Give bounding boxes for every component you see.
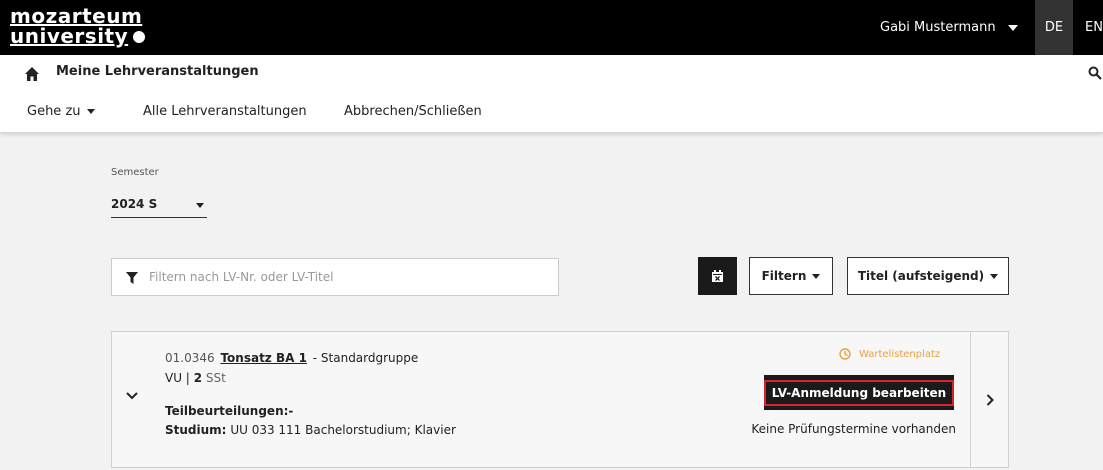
goto-label: Gehe zu <box>27 104 81 119</box>
sort-button-label: Titel (aufsteigend) <box>857 269 985 283</box>
caret-down-icon <box>1007 24 1018 31</box>
edit-registration-button[interactable]: LV-Anmeldung bearbeiten <box>763 375 955 410</box>
sort-button[interactable]: Titel (aufsteigend) <box>847 257 1009 295</box>
filter-input[interactable] <box>149 267 549 287</box>
page-title: Meine Lehrveranstaltungen <box>56 64 259 79</box>
calendar-icon <box>712 270 723 282</box>
course-title-link[interactable]: Tonsatz BA 1 <box>220 351 306 365</box>
goto-menu[interactable]: Gehe zu <box>27 104 95 119</box>
user-name: Gabi Mustermann <box>880 20 996 35</box>
home-icon[interactable] <box>24 66 40 82</box>
partial-assessments: Teilbeurteilungen:- <box>165 404 294 418</box>
caret-down-icon <box>812 273 821 279</box>
course-hours: 2 <box>193 371 203 385</box>
cancel-close-link[interactable]: Abbrechen/Schließen <box>344 104 482 119</box>
course-type-line: VU | 2 SSt <box>165 371 226 385</box>
sub-header: Meine Lehrveranstaltungen Gehe zu Alle L… <box>0 55 1103 133</box>
mozarteum-logo[interactable]: mozarteum university <box>10 4 146 46</box>
user-menu[interactable]: Gabi Mustermann <box>880 0 1018 55</box>
caret-down-icon <box>196 203 204 208</box>
filter-button-label: Filtern <box>761 269 807 283</box>
language-de-button[interactable]: DE <box>1035 0 1073 55</box>
study-label: Studium: <box>165 423 227 437</box>
course-hours-unit: SSt <box>205 371 226 385</box>
caret-down-icon <box>990 273 999 279</box>
study-value: UU 033 111 Bachelorstudium; Klavier <box>230 423 456 437</box>
status-badge: Wartelistenplatz <box>839 348 940 360</box>
course-card-body: 01.0346 Tonsatz BA 1 - Standardgruppe VU… <box>112 332 970 467</box>
status-text: Wartelistenplatz <box>859 348 941 360</box>
course-card: 01.0346 Tonsatz BA 1 - Standardgruppe VU… <box>111 331 1009 468</box>
course-type: VU | <box>165 371 190 385</box>
search-icon[interactable] <box>1088 66 1102 80</box>
semester-label: Semester <box>111 167 159 178</box>
filter-field[interactable] <box>111 258 559 296</box>
clock-icon <box>839 348 851 360</box>
top-bar: mozarteum university Gabi Mustermann DE … <box>0 0 1103 55</box>
filter-icon <box>126 272 138 284</box>
exam-info: Keine Prüfungstermine vorhanden <box>751 422 956 436</box>
semester-select[interactable]: 2024 S <box>111 193 207 218</box>
calendar-button[interactable] <box>698 257 737 295</box>
study-info: Studium: UU 033 111 Bachelorstudium; Kla… <box>165 423 456 437</box>
caret-down-icon <box>86 109 95 114</box>
course-detail-button[interactable] <box>970 332 1008 467</box>
logo-line-1: mozarteum <box>10 4 143 28</box>
course-group: - Standardgruppe <box>312 351 419 365</box>
semester-value: 2024 S <box>111 197 158 211</box>
course-heading: 01.0346 Tonsatz BA 1 - Standardgruppe <box>165 351 418 365</box>
edit-registration-label: LV-Anmeldung bearbeiten <box>763 379 955 406</box>
chevron-down-icon[interactable] <box>126 391 138 401</box>
language-en-button[interactable]: EN <box>1085 0 1103 55</box>
course-number: 01.0346 <box>165 351 215 365</box>
logo-line-2: university <box>10 26 146 46</box>
chevron-right-icon <box>986 393 994 406</box>
all-courses-link[interactable]: Alle Lehrveranstaltungen <box>143 104 307 119</box>
filter-button[interactable]: Filtern <box>749 257 833 295</box>
